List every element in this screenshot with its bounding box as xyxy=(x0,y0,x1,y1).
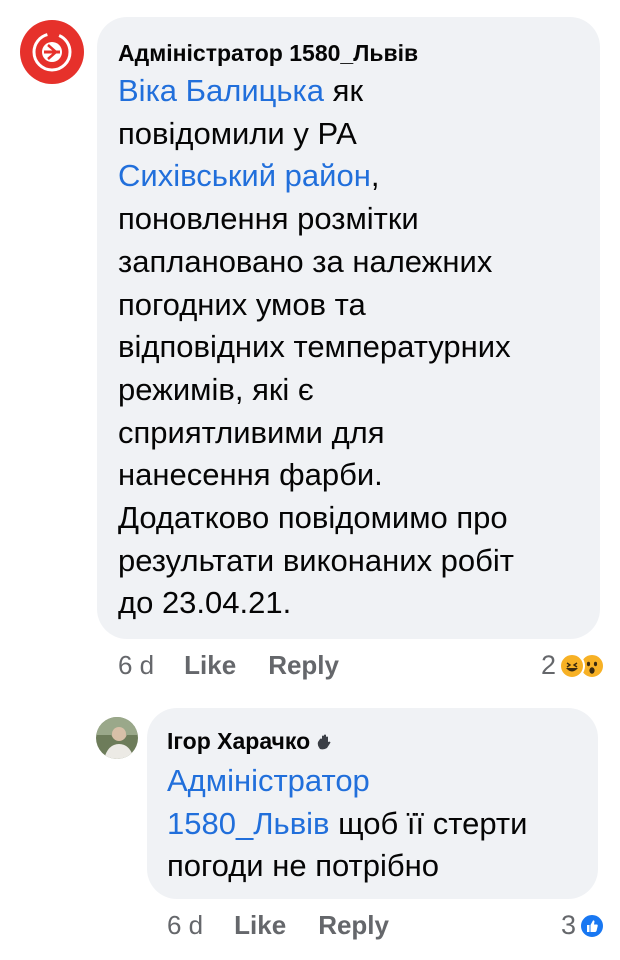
reactions-summary[interactable]: 2 xyxy=(541,650,605,681)
like-button[interactable]: Like xyxy=(234,910,286,941)
comment-actions: 6 d Like Reply xyxy=(118,650,339,681)
mention-link[interactable]: Адміністратор xyxy=(167,763,370,798)
comment-text: Віка Балицька як повідомили у РА Сихівсь… xyxy=(118,73,515,621)
haha-icon xyxy=(559,652,585,679)
reaction-count: 2 xyxy=(540,650,556,680)
reply-button[interactable]: Reply xyxy=(318,910,389,941)
reply-author-avatar[interactable] xyxy=(96,717,138,759)
brand-logo-icon xyxy=(32,32,72,72)
reply-author-name[interactable]: Ігор Харачко xyxy=(167,728,333,755)
reply-text: Адміністратор 1580_Львів щоб її стерти п… xyxy=(167,763,528,884)
like-button[interactable]: Like xyxy=(184,650,236,681)
reply-timestamp[interactable]: 6 d xyxy=(167,910,203,941)
reactions-summary[interactable]: 3 xyxy=(561,910,605,941)
mention-link[interactable]: 1580_Львів xyxy=(167,806,330,841)
reply-actions: 6 d Like Reply xyxy=(167,910,389,941)
person-photo-icon xyxy=(96,717,138,759)
reaction-count: 3 xyxy=(560,910,576,940)
like-icon xyxy=(579,912,605,939)
mention-link[interactable]: Сихівський район xyxy=(118,158,371,193)
reply-button[interactable]: Reply xyxy=(268,650,339,681)
mention-link[interactable]: Віка Балицька xyxy=(118,73,324,108)
author-avatar-logo[interactable] xyxy=(20,20,84,84)
waving-hand-icon xyxy=(317,734,331,749)
comment-timestamp[interactable]: 6 d xyxy=(118,650,154,681)
comment-author-name[interactable]: Адміністратор 1580_Львів xyxy=(118,40,418,67)
